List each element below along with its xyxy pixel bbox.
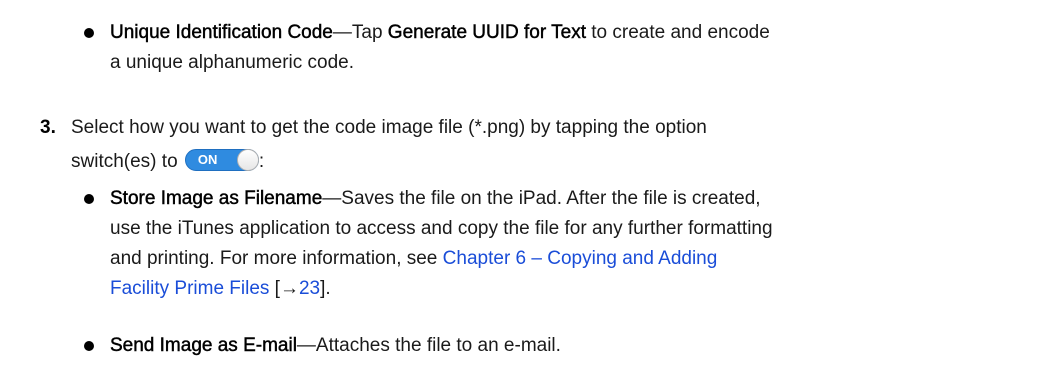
step-line-1: Select how you want to get the code imag…: [71, 117, 707, 138]
text-tap: —Tap: [332, 22, 388, 43]
page-23-link[interactable]: 23: [299, 278, 320, 299]
toggle-on-label: ON: [197, 152, 218, 167]
step-colon: :: [258, 151, 265, 172]
bullet-line-2: use the iTunes application to access and…: [110, 218, 773, 239]
bullet-line-4: Facility Prime Files [→23].: [110, 274, 331, 304]
ref-open: [→: [269, 278, 299, 299]
term-generate-uuid: Generate UUID for Text: [387, 22, 587, 43]
step-number: 3.: [40, 117, 56, 138]
toggle-knob-icon: [236, 149, 259, 171]
bullet-dot-icon: [84, 194, 94, 204]
bullet-line-3: and printing. For more information, see …: [110, 244, 717, 274]
bullet-dot-icon: [84, 28, 94, 38]
bullet-line-2: a unique alphanumeric code.: [110, 52, 355, 73]
bullet-dot-icon: [84, 341, 94, 351]
step-line-2: switch(es) to ON :: [71, 147, 264, 177]
on-toggle-switch: ON: [184, 149, 259, 171]
bullet-line-1: Send Image as E-mail—Attaches the file t…: [110, 331, 561, 361]
ref-close: ].: [320, 278, 331, 299]
facility-prime-files-link[interactable]: Facility Prime Files: [110, 278, 269, 299]
text-and-printing: and printing. For more information, see: [110, 248, 443, 269]
step-switch-text: switch(es) to: [71, 151, 178, 172]
text-attaches-file: —Attaches the file to an e-mail.: [296, 335, 561, 356]
text-create-encode: to create and encode: [585, 22, 770, 43]
text-saves-file: —Saves the file on the iPad. After the f…: [322, 188, 761, 209]
term-store-image-as-filename: Store Image as Filename: [110, 188, 323, 209]
term-send-image-as-email: Send Image as E-mail: [110, 335, 297, 356]
term-unique-identification-code: Unique Identification Code: [110, 22, 333, 43]
bullet-line-1: Unique Identification Code—Tap Generate …: [110, 18, 770, 48]
bullet-line-1: Store Image as Filename—Saves the file o…: [110, 184, 761, 214]
chapter-6-link[interactable]: Chapter 6 – Copying and Adding: [443, 248, 718, 269]
